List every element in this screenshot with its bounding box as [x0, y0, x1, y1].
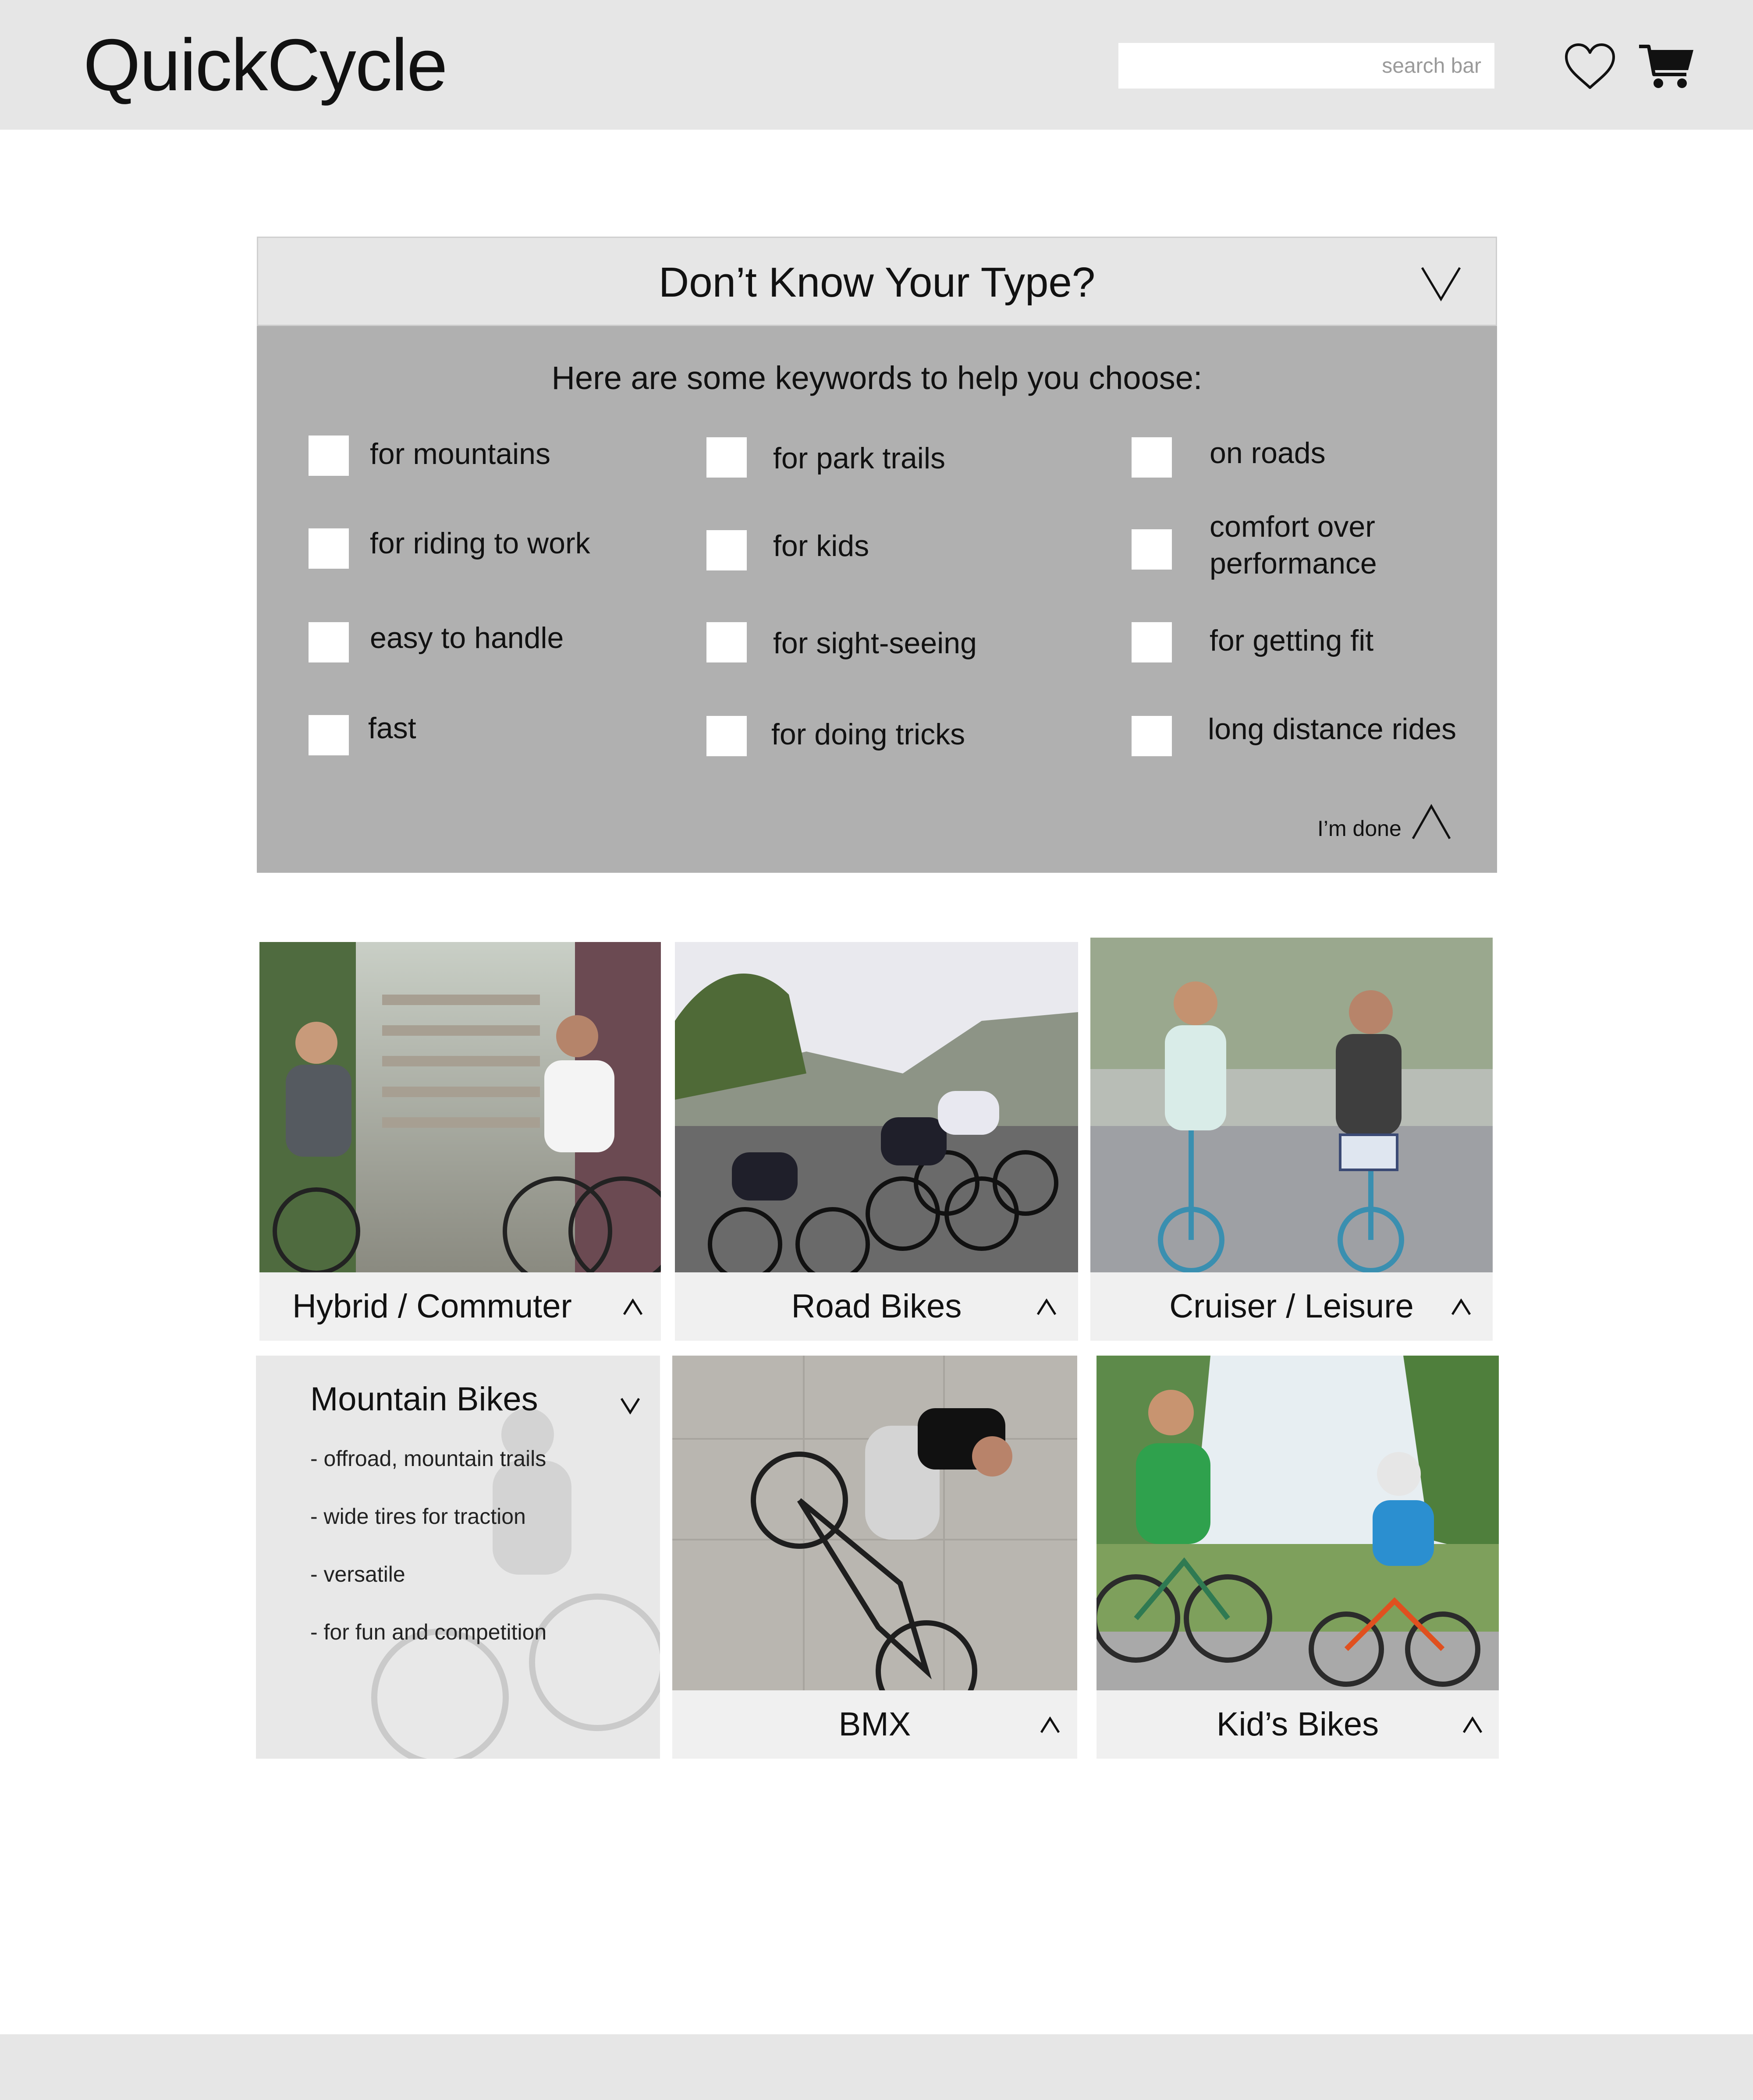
- category-card-mountain[interactable]: Mountain Bikes - offroad, mountain trail…: [256, 1356, 660, 1759]
- keyword-checkbox[interactable]: [309, 528, 349, 569]
- keyword-checkbox[interactable]: [706, 622, 747, 662]
- keyword-label: long distance rides: [1208, 712, 1457, 746]
- site-logo[interactable]: QuickCycle: [83, 23, 448, 107]
- cruiser-bike-photo: [1090, 938, 1493, 1273]
- category-label: Kid’s Bikes: [1216, 1706, 1379, 1743]
- category-label: Hybrid / Commuter: [292, 1288, 572, 1325]
- quiz-subtitle: Here are some keywords to help you choos…: [551, 360, 1203, 396]
- search-input[interactable]: [1118, 43, 1494, 89]
- chevron-up-icon[interactable]: [1411, 804, 1451, 841]
- keyword-checkbox[interactable]: [1132, 529, 1172, 570]
- category-card-bmx[interactable]: BMX: [672, 1356, 1077, 1759]
- keyword-checkbox[interactable]: [706, 437, 747, 478]
- category-card-kids[interactable]: Kid’s Bikes: [1097, 1356, 1499, 1759]
- keyword-label: for doing tricks: [771, 718, 965, 751]
- category-label: Cruiser / Leisure: [1169, 1288, 1414, 1325]
- keyword-checkbox[interactable]: [309, 436, 349, 476]
- quiz-accordion-header[interactable]: Don’t Know Your Type?: [257, 237, 1497, 326]
- category-label: Mountain Bikes: [310, 1381, 538, 1418]
- keyword-label: comfort over performance: [1210, 510, 1377, 580]
- keyword-label: for kids: [773, 529, 869, 563]
- road-bike-photo: [675, 942, 1078, 1282]
- keyword-label: easy to handle: [370, 621, 564, 655]
- keyword-checkbox[interactable]: [706, 530, 747, 570]
- caret-up-icon[interactable]: [1036, 1298, 1057, 1316]
- keyword-label: for park trails: [773, 442, 945, 475]
- keyword-checkbox[interactable]: [309, 622, 349, 662]
- category-label: Road Bikes: [791, 1288, 962, 1325]
- keyword-checkbox[interactable]: [1132, 437, 1172, 478]
- caret-up-icon[interactable]: [622, 1298, 643, 1316]
- caret-up-icon[interactable]: [1462, 1716, 1483, 1734]
- quiz-panel: Here are some keywords to help you choos…: [257, 326, 1497, 873]
- detail-item: - wide tires for traction: [310, 1504, 526, 1529]
- keyword-label: fast: [368, 712, 416, 745]
- category-card-hybrid[interactable]: Hybrid / Commuter: [259, 942, 661, 1341]
- caret-up-icon[interactable]: [1040, 1716, 1061, 1734]
- done-label: I’m done: [1317, 816, 1402, 841]
- keyword-checkbox[interactable]: [1132, 622, 1172, 662]
- keyword-checkbox[interactable]: [1132, 716, 1172, 756]
- kids-bike-photo: [1097, 1356, 1499, 1690]
- detail-item: - for fun and competition: [310, 1620, 547, 1644]
- chevron-down-icon[interactable]: [1420, 265, 1462, 302]
- heart-icon[interactable]: [1564, 42, 1616, 91]
- keyword-label: on roads: [1210, 436, 1326, 470]
- cart-icon[interactable]: [1638, 42, 1695, 91]
- keyword-checkbox[interactable]: [706, 716, 747, 756]
- keyword-label: for sight-seeing: [773, 627, 977, 660]
- category-card-cruiser[interactable]: Cruiser / Leisure: [1090, 938, 1493, 1341]
- detail-item: - offroad, mountain trails: [310, 1446, 546, 1471]
- quiz-title: Don’t Know Your Type?: [658, 259, 1096, 306]
- keyword-label: for riding to work: [370, 527, 590, 560]
- caret-up-icon[interactable]: [1451, 1298, 1472, 1316]
- caret-down-icon[interactable]: [620, 1397, 641, 1415]
- keyword-checkbox[interactable]: [309, 715, 349, 755]
- keyword-label: for mountains: [370, 437, 550, 471]
- hybrid-bike-photo: [259, 942, 661, 1286]
- category-card-road[interactable]: Road Bikes: [675, 942, 1078, 1341]
- keyword-label: for getting fit: [1210, 624, 1374, 657]
- footer-bar: [0, 2034, 1753, 2100]
- category-label: BMX: [838, 1706, 911, 1743]
- bmx-bike-photo: [672, 1356, 1077, 1722]
- detail-item: - versatile: [310, 1562, 405, 1587]
